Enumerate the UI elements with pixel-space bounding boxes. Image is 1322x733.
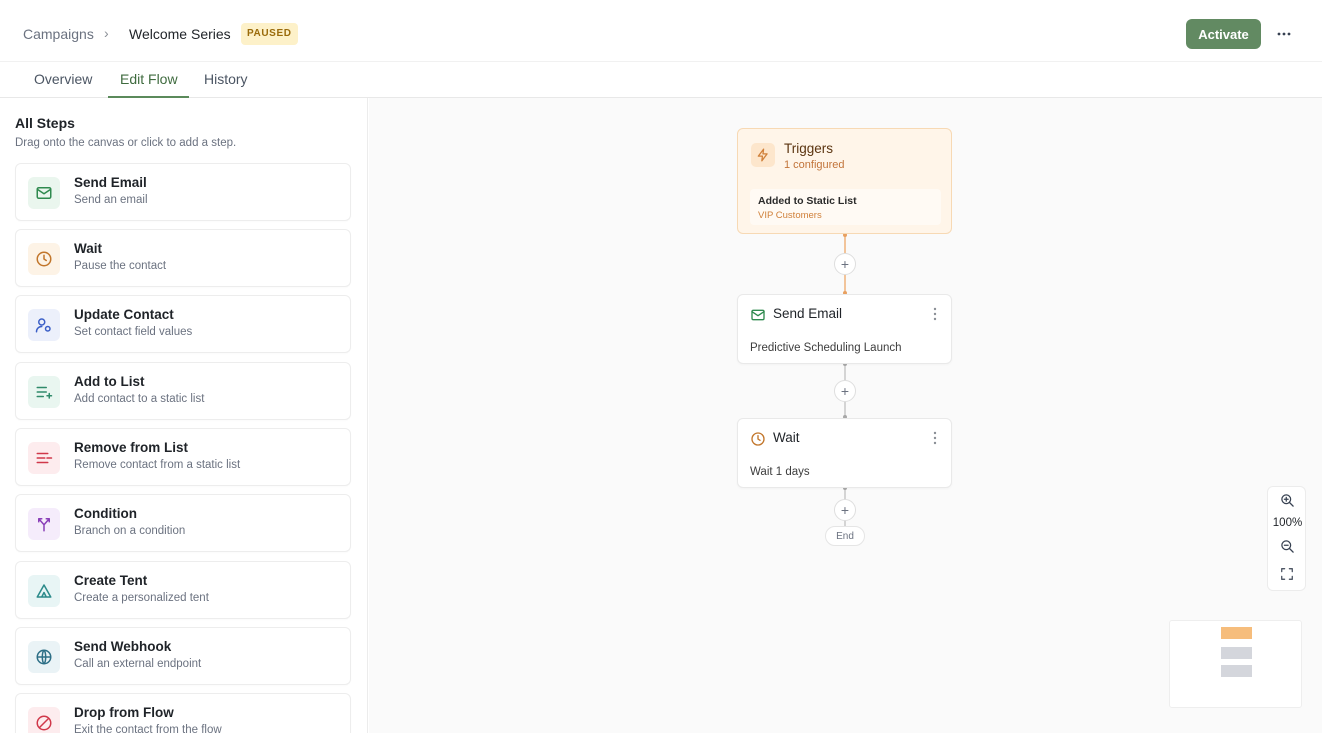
step-card-condition[interactable]: Condition Branch on a condition bbox=[15, 494, 351, 552]
trigger-item-subtitle: VIP Customers bbox=[758, 210, 822, 221]
plus-icon: + bbox=[840, 502, 850, 518]
step-name: Add to List bbox=[74, 374, 145, 389]
steps-sidebar: All Steps Drag onto the canvas or click … bbox=[0, 98, 368, 733]
step-desc: Branch on a condition bbox=[74, 525, 186, 537]
fit-view-icon bbox=[1281, 568, 1293, 580]
minimap-node bbox=[1221, 647, 1252, 659]
more-vertical-icon bbox=[933, 307, 937, 321]
ban-icon bbox=[28, 707, 60, 733]
zoom-out-button[interactable] bbox=[1278, 537, 1296, 555]
trigger-node[interactable]: Triggers 1 configured Added to Static Li… bbox=[737, 128, 952, 234]
more-options-button[interactable] bbox=[1272, 22, 1296, 46]
step-card-remove-from-list[interactable]: Remove from List Remove contact from a s… bbox=[15, 428, 351, 486]
node-title: Wait bbox=[773, 430, 800, 445]
mail-icon bbox=[751, 309, 765, 321]
breadcrumb-campaigns-link[interactable]: Campaigns bbox=[23, 26, 94, 42]
tent-icon bbox=[28, 575, 60, 607]
step-desc: Create a personalized tent bbox=[74, 592, 209, 604]
step-desc: Send an email bbox=[74, 194, 148, 206]
fit-view-button[interactable] bbox=[1278, 565, 1296, 583]
list-minus-icon bbox=[28, 442, 60, 474]
zoom-out-icon bbox=[1280, 539, 1294, 553]
step-desc: Remove contact from a static list bbox=[74, 459, 241, 471]
branch-icon bbox=[28, 508, 60, 540]
tab-history[interactable]: History bbox=[204, 71, 248, 87]
end-marker: End bbox=[825, 526, 865, 546]
zoom-in-button[interactable] bbox=[1278, 491, 1296, 509]
sidebar-subtitle: Drag onto the canvas or click to add a s… bbox=[15, 137, 237, 149]
tab-overview[interactable]: Overview bbox=[34, 71, 92, 87]
step-desc: Set contact field values bbox=[74, 326, 193, 338]
step-card-drop-from-flow[interactable]: Drop from Flow Exit the contact from the… bbox=[15, 693, 351, 733]
step-card-add-to-list[interactable]: Add to List Add contact to a static list bbox=[15, 362, 351, 420]
globe-icon bbox=[28, 641, 60, 673]
node-title: Send Email bbox=[773, 306, 843, 321]
step-name: Send Email bbox=[74, 175, 147, 190]
step-desc: Add contact to a static list bbox=[74, 393, 205, 405]
zoom-level: 100% bbox=[1272, 517, 1303, 529]
trigger-item-title: Added to Static List bbox=[758, 195, 857, 207]
clock-icon bbox=[751, 432, 765, 446]
step-card-update-contact[interactable]: Update Contact Set contact field values bbox=[15, 295, 351, 353]
flow-canvas[interactable]: Triggers 1 configured Added to Static Li… bbox=[369, 98, 1322, 733]
plus-icon: + bbox=[840, 383, 850, 399]
user-settings-icon bbox=[28, 309, 60, 341]
add-step-button[interactable]: + bbox=[834, 499, 856, 521]
more-horizontal-icon bbox=[1277, 32, 1291, 36]
breadcrumb-separator: › bbox=[104, 25, 109, 41]
node-description: Wait 1 days bbox=[750, 466, 810, 478]
step-name: Wait bbox=[74, 241, 102, 256]
trigger-title: Triggers bbox=[784, 141, 834, 156]
top-bar: Campaigns › Welcome Series PAUSED Activa… bbox=[0, 0, 1322, 62]
step-name: Create Tent bbox=[74, 573, 148, 588]
step-card-wait[interactable]: Wait Pause the contact bbox=[15, 229, 351, 287]
minimap-node bbox=[1221, 665, 1252, 677]
step-name: Send Webhook bbox=[74, 639, 172, 654]
step-name: Update Contact bbox=[74, 307, 174, 322]
step-desc: Exit the contact from the flow bbox=[74, 724, 222, 733]
zoom-controls: 100% bbox=[1267, 486, 1306, 591]
trigger-item[interactable]: Added to Static List VIP Customers bbox=[750, 189, 941, 225]
add-step-button[interactable]: + bbox=[834, 380, 856, 402]
trigger-count: 1 configured bbox=[784, 159, 845, 171]
status-badge: PAUSED bbox=[241, 23, 298, 45]
step-card-send-email[interactable]: Send Email Send an email bbox=[15, 163, 351, 221]
step-desc: Call an external endpoint bbox=[74, 658, 202, 670]
node-menu-button[interactable] bbox=[930, 304, 940, 324]
activate-button[interactable]: Activate bbox=[1186, 19, 1261, 49]
tab-edit-flow[interactable]: Edit Flow bbox=[120, 71, 178, 87]
node-description: Predictive Scheduling Launch bbox=[750, 342, 902, 354]
plus-icon: + bbox=[840, 256, 850, 272]
flow-node-wait[interactable]: Wait Wait 1 days bbox=[737, 418, 952, 488]
mail-icon bbox=[28, 177, 60, 209]
step-card-create-tent[interactable]: Create Tent Create a personalized tent bbox=[15, 561, 351, 619]
tab-bar: Overview Edit Flow History bbox=[0, 62, 1322, 98]
step-name: Remove from List bbox=[74, 440, 189, 455]
step-desc: Pause the contact bbox=[74, 260, 167, 272]
node-menu-button[interactable] bbox=[930, 428, 940, 448]
sidebar-title: All Steps bbox=[15, 115, 75, 131]
clock-icon bbox=[28, 243, 60, 275]
lightning-icon bbox=[751, 143, 775, 167]
minimap[interactable] bbox=[1169, 620, 1302, 708]
flow-node-send-email[interactable]: Send Email Predictive Scheduling Launch bbox=[737, 294, 952, 364]
step-card-send-webhook[interactable]: Send Webhook Call an external endpoint bbox=[15, 627, 351, 685]
minimap-trigger-node bbox=[1221, 627, 1252, 639]
breadcrumb-current: Welcome Series bbox=[129, 26, 231, 42]
step-name: Drop from Flow bbox=[74, 705, 174, 720]
add-step-button[interactable]: + bbox=[834, 253, 856, 275]
list-plus-icon bbox=[28, 376, 60, 408]
more-vertical-icon bbox=[933, 431, 937, 445]
step-name: Condition bbox=[74, 506, 137, 521]
zoom-in-icon bbox=[1280, 493, 1294, 507]
